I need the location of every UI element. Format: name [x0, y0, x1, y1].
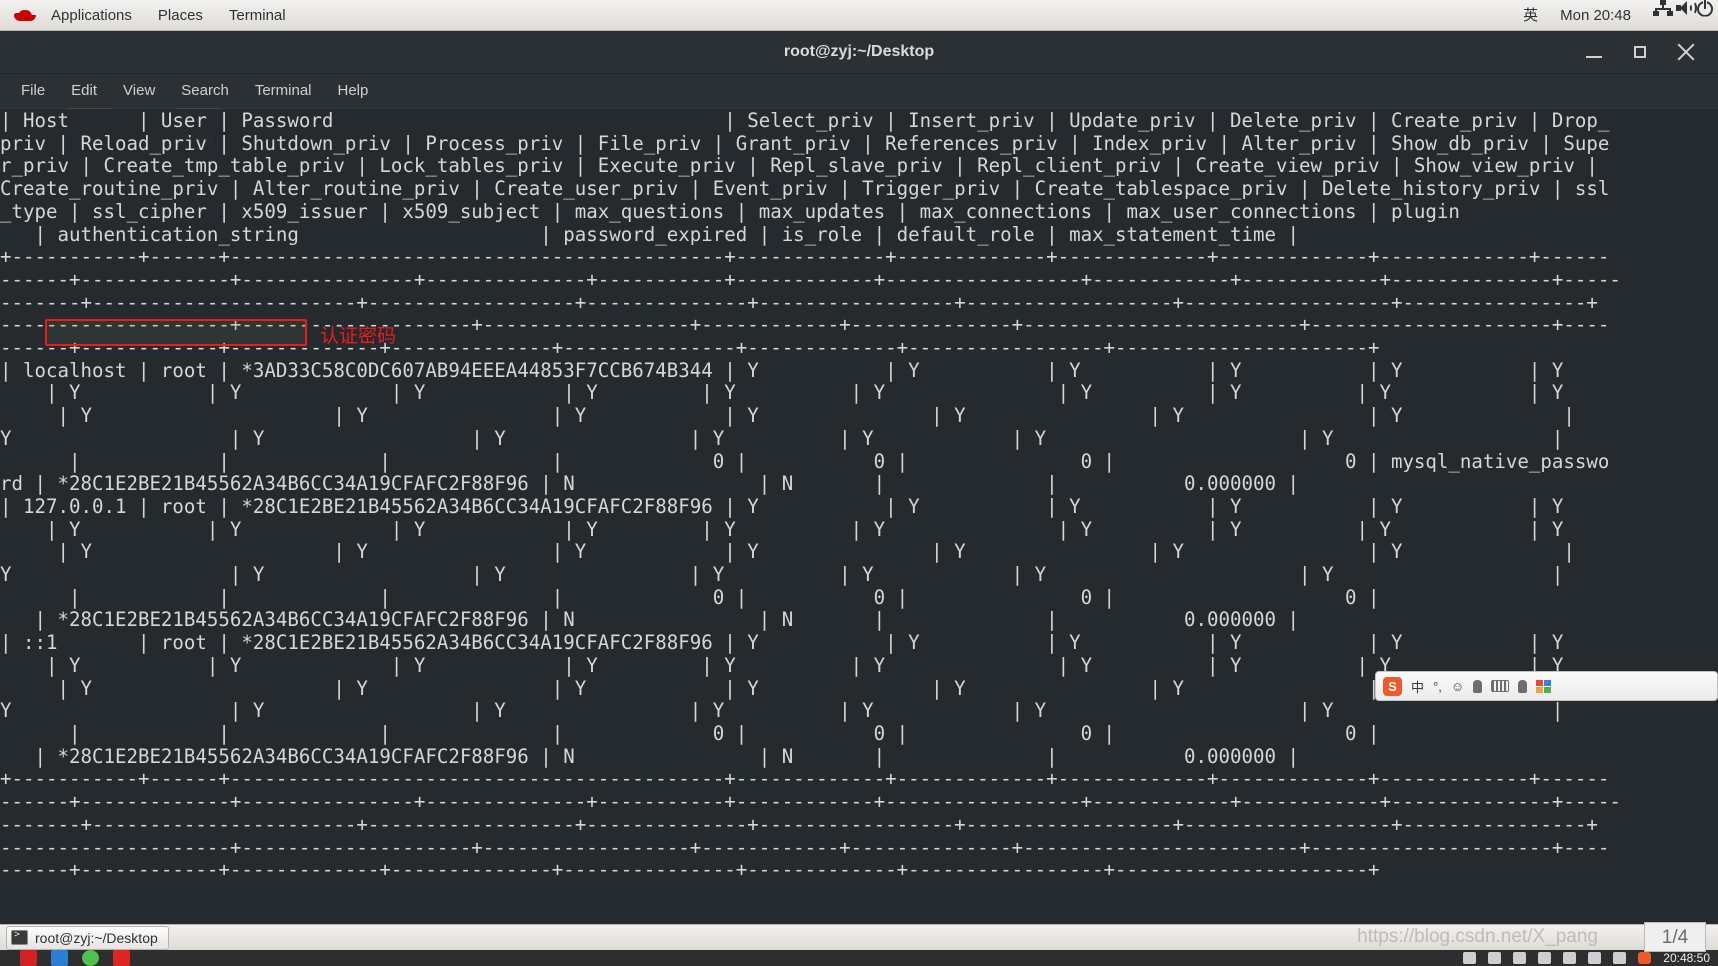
windows-system-tray: 20:48:50 [1463, 951, 1718, 965]
panel-menu-applications[interactable]: Applications [38, 0, 145, 31]
battery-icon[interactable] [1488, 952, 1502, 964]
toolbox-icon[interactable] [1536, 679, 1552, 693]
windows-clock[interactable]: 20:48:50 [1663, 951, 1710, 965]
taskbar-window-button[interactable]: root@zyj:~/Desktop [6, 925, 169, 950]
windows-taskbar: 20:48:50 [0, 950, 1718, 966]
emoji-icon[interactable]: ☺ [1451, 679, 1464, 694]
person-icon[interactable] [1518, 679, 1528, 693]
menu-search[interactable]: Search [168, 74, 242, 108]
punctuation-icon[interactable]: °, [1433, 679, 1442, 694]
sogou-ime-bar[interactable]: S 中 °, ☺ [1375, 671, 1718, 701]
redhat-logo-icon[interactable] [14, 7, 36, 23]
sogou-logo-icon[interactable]: S [1383, 676, 1402, 696]
chinese-mode-icon[interactable]: 中 [1411, 677, 1424, 696]
sogou-icon[interactable] [1638, 952, 1652, 964]
page-counter: 1/4 [1644, 922, 1706, 952]
network-icon[interactable] [1538, 952, 1552, 964]
keyboard-icon[interactable] [1491, 680, 1510, 692]
panel-menu-terminal[interactable]: Terminal [216, 0, 299, 31]
watermark-text: https://blog.csdn.net/X_pang [1357, 926, 1598, 947]
close-button[interactable] [1676, 42, 1696, 62]
wechat-icon[interactable] [82, 950, 99, 966]
keyboard-icon[interactable] [1588, 952, 1602, 964]
mic-icon[interactable] [1473, 679, 1483, 693]
window-title: root@zyj:~/Desktop [783, 43, 935, 60]
terminal-titlebar[interactable]: root@zyj:~/Desktop [0, 31, 1718, 74]
speaker-icon[interactable] [1563, 952, 1577, 964]
folders-icon[interactable] [51, 950, 68, 966]
menu-file[interactable]: File [8, 74, 58, 108]
ime-cn-icon[interactable] [1613, 952, 1627, 964]
minimize-button[interactable] [1584, 42, 1604, 62]
terminal-text: | Host | User | Password | Select_priv |… [0, 109, 1621, 882]
maximize-button[interactable] [1630, 42, 1650, 62]
windows-taskbar-apps [0, 950, 130, 966]
pdf-reader-icon[interactable] [20, 950, 37, 966]
annotation-note: 认证密码 [320, 325, 397, 347]
ime-indicator[interactable]: 英 [1512, 0, 1549, 31]
panel-menu-places[interactable]: Places [145, 0, 216, 31]
menu-view[interactable]: View [110, 74, 168, 108]
menu-terminal[interactable]: Terminal [242, 74, 325, 108]
arrow-up-icon[interactable] [1463, 952, 1477, 964]
panel-status-area: 英 Mon 20:48 [1512, 0, 1718, 31]
menu-help[interactable]: Help [325, 74, 382, 108]
display-icon[interactable] [1513, 952, 1527, 964]
gnome-top-panel: Applications Places Terminal 英 Mon 20:48 [0, 0, 1718, 31]
taskbar-window-label: root@zyj:~/Desktop [35, 929, 158, 946]
window-controls [1584, 42, 1718, 62]
menu-edit[interactable]: Edit [58, 74, 110, 108]
terminal-window: root@zyj:~/Desktop File Edit View Search… [0, 31, 1718, 931]
camera-icon[interactable] [113, 950, 130, 966]
terminal-icon [11, 929, 28, 945]
network-icon[interactable] [1642, 0, 1673, 31]
panel-clock[interactable]: Mon 20:48 [1549, 0, 1642, 31]
terminal-menubar: File Edit View Search Terminal Help [0, 74, 1718, 108]
terminal-output-area[interactable]: | Host | User | Password | Select_priv |… [0, 109, 1718, 931]
